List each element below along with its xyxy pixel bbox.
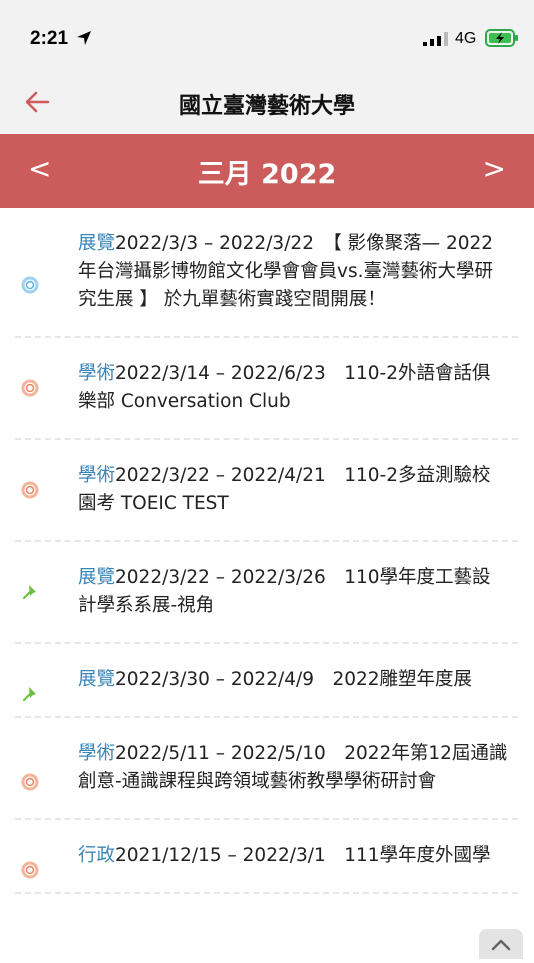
event-item[interactable]: 學術2022/3/22 – 2022/4/21 110-2多益測驗校園考 TOE… (15, 440, 518, 542)
event-item[interactable]: 展覽2022/3/22 – 2022/3/26 110學年度工藝設計學系系展-視… (15, 542, 518, 644)
event-item[interactable]: 學術2022/3/14 – 2022/6/23 110-2外語會話俱樂部 Con… (15, 338, 518, 440)
event-title: 2022/3/14 – 2022/6/23 110-2外語會話俱樂部 Conve… (78, 363, 491, 412)
event-list: 展覽2022/3/3 – 2022/3/22 【 影像聚落— 2022年台灣攝影… (0, 208, 534, 894)
month-header: < 三月 2022 > (0, 134, 534, 208)
event-item[interactable]: 展覽2022/3/3 – 2022/3/22 【 影像聚落— 2022年台灣攝影… (15, 208, 518, 338)
pin-icon (23, 687, 36, 701)
ring-orange-icon (21, 379, 39, 397)
next-month-button[interactable]: > (483, 152, 506, 185)
pin-icon (23, 585, 36, 599)
status-time: 2:21 (30, 28, 69, 49)
ring-blue-icon (21, 276, 39, 294)
location-arrow-icon (77, 31, 91, 45)
event-category: 學術 (78, 363, 116, 384)
ring-orange-icon (21, 481, 39, 499)
event-category: 展覽 (78, 669, 116, 690)
event-item[interactable]: 學術2022/5/11 – 2022/5/10 2022年第12屆通識創意-通識… (15, 718, 518, 820)
signal-icon (423, 32, 448, 46)
event-item[interactable]: 行政2021/12/15 – 2022/3/1 111學年度外國學 (15, 820, 518, 894)
event-title: 2021/12/15 – 2022/3/1 111學年度外國學 (115, 845, 491, 866)
network-type: 4G (455, 30, 477, 47)
page-title: 國立臺灣藝術大學 (178, 94, 355, 119)
event-category: 展覽 (78, 233, 116, 254)
scroll-to-top-button[interactable] (479, 929, 523, 959)
ring-orange-icon (21, 861, 39, 879)
event-title: 2022/3/3 – 2022/3/22 【 影像聚落— 2022年台灣攝影博物… (78, 233, 494, 310)
event-title: 2022/3/30 – 2022/4/9 2022雕塑年度展 (115, 669, 473, 690)
event-title: 2022/5/11 – 2022/5/10 2022年第12屆通識創意-通識課程… (78, 743, 508, 792)
chevron-up-icon (491, 939, 511, 951)
event-category: 學術 (78, 465, 116, 486)
battery-charging-icon (485, 29, 518, 47)
status-bar: 2:21 4G (0, 0, 534, 70)
event-title: 2022/3/22 – 2022/4/21 110-2多益測驗校園考 TOEIC… (78, 465, 491, 514)
nav-bar: 國立臺灣藝術大學 (0, 70, 534, 134)
event-category: 行政 (78, 845, 116, 866)
event-title: 2022/3/22 – 2022/3/26 110學年度工藝設計學系系展-視角 (78, 567, 491, 616)
ring-orange-icon (21, 773, 39, 791)
month-label: 三月 2022 (197, 159, 337, 190)
event-category: 展覽 (78, 567, 116, 588)
event-category: 學術 (78, 743, 116, 764)
event-item[interactable]: 展覽2022/3/30 – 2022/4/9 2022雕塑年度展 (15, 644, 518, 718)
